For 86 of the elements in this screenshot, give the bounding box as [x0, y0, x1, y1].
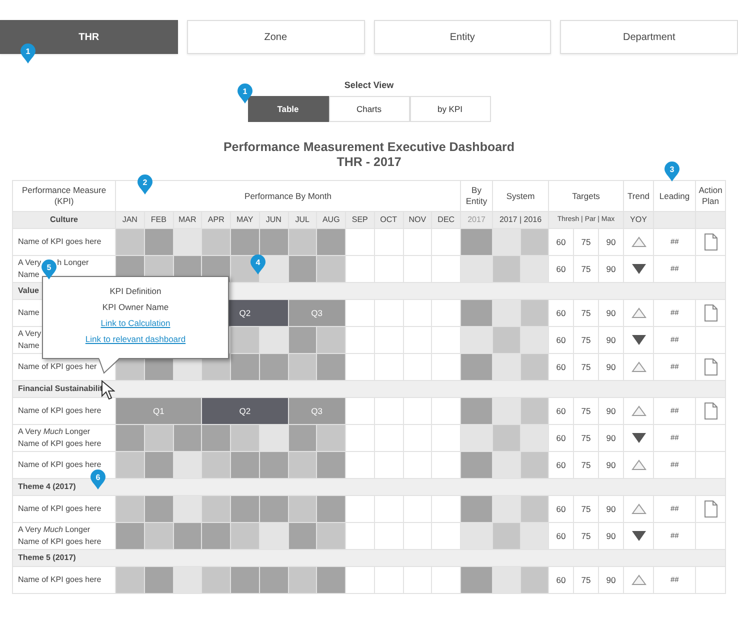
section-label: Select View: [344, 80, 394, 90]
kpi-name: Name of KPI goes here: [18, 574, 102, 586]
dashboard-title: Performance Measurement Executive Dashboard: [223, 140, 515, 155]
kpi-name: A Very Much Longer: [18, 524, 90, 536]
target-value: 75: [574, 566, 598, 594]
nav-tab[interactable]: Zone: [186, 20, 364, 54]
target-value: 75: [574, 228, 598, 256]
tooltip-text: KPI Owner Name: [102, 301, 169, 313]
quarter-cell: Q3: [288, 398, 346, 424]
quarter-cell: Q1: [116, 398, 202, 424]
kpi-name: Name of KPI goes here: [18, 459, 102, 471]
target-value: 60: [548, 424, 574, 452]
target-value: 60: [548, 496, 574, 522]
nav-tab[interactable]: Entity: [374, 20, 552, 54]
target-value: 75: [574, 326, 598, 354]
month-header: JUN: [259, 212, 288, 228]
target-value: 90: [598, 496, 624, 522]
kpi-name: Name: [18, 307, 40, 319]
month-header: MAY: [230, 212, 260, 228]
kpi-name: A Very: [18, 328, 42, 340]
column-header: YOY: [624, 212, 654, 228]
quarter-cell: Q2: [202, 398, 288, 424]
month-header: JUL: [288, 212, 317, 228]
nav-tab[interactable]: Department: [560, 20, 738, 54]
target-value: 75: [574, 398, 598, 424]
month-header: SEP: [346, 212, 374, 228]
tooltip-link[interactable]: Link to Calculation: [100, 317, 170, 329]
document-icon[interactable]: [704, 402, 718, 420]
group-label: Culture: [12, 212, 116, 228]
kpi-name: Name of KPI goes here: [18, 236, 102, 248]
callout-marker: 6: [90, 469, 106, 490]
document-icon[interactable]: [704, 358, 718, 376]
target-value: 60: [548, 398, 574, 424]
target-value: 90: [598, 566, 624, 594]
kpi-name: Name of KPI goes here: [18, 536, 102, 548]
kpi-name: A Very: [18, 257, 42, 269]
target-value: 75: [574, 424, 598, 452]
kpi-name: h Longer: [57, 257, 89, 269]
tooltip-link[interactable]: Link to relevant dashboard: [85, 333, 186, 345]
group-header: Financial Sustainabilit: [12, 380, 726, 398]
target-value: 90: [598, 228, 624, 256]
view-toggle-button[interactable]: Charts: [328, 96, 410, 122]
month-header: FEB: [144, 212, 173, 228]
document-icon[interactable]: [704, 233, 718, 251]
kpi-name: A Very Much Longer: [18, 426, 90, 438]
month-header: NOV: [403, 212, 432, 228]
callout-marker: 2: [137, 174, 153, 195]
column-header: 2017 | 2016: [492, 212, 548, 228]
target-value: 90: [598, 424, 624, 452]
kpi-name: Name of KPI goes her: [18, 361, 97, 373]
month-header: OCT: [374, 212, 403, 228]
month-header: APR: [202, 212, 230, 228]
month-header: DEC: [432, 212, 460, 228]
target-value: 90: [598, 300, 624, 326]
kpi-name: Name of KPI goes here: [18, 438, 102, 450]
callout-marker: 4: [250, 254, 266, 275]
view-toggle-button[interactable]: by KPI: [410, 96, 490, 122]
view-toggle-button[interactable]: Table: [248, 96, 328, 122]
tooltip-text: KPI Definition: [110, 285, 162, 297]
group-header: Theme 5 (2017): [12, 550, 726, 566]
target-value: 75: [574, 300, 598, 326]
cursor-icon: [101, 380, 116, 400]
column-header: 2017: [460, 212, 492, 228]
document-icon[interactable]: [704, 500, 718, 518]
target-value: 60: [548, 566, 574, 594]
target-value: 90: [598, 398, 624, 424]
kpi-name: Name of KPI goes here: [18, 405, 102, 417]
month-header: AUG: [316, 212, 346, 228]
target-value: 60: [548, 326, 574, 354]
kpi-name: Name: [18, 340, 40, 352]
callout-marker: 3: [664, 161, 680, 182]
document-icon[interactable]: [704, 304, 718, 322]
dashboard-subtitle: THR - 2017: [336, 155, 402, 170]
callout-marker: 5: [41, 259, 57, 280]
kpi-name: Name: [18, 269, 40, 281]
target-value: 75: [574, 496, 598, 522]
target-value: 90: [598, 326, 624, 354]
column-header: Performance Measure (KPI): [12, 180, 116, 212]
target-value: 60: [548, 228, 574, 256]
month-header: MAR: [173, 212, 202, 228]
month-header: JAN: [116, 212, 144, 228]
quarter-cell: Q3: [288, 300, 346, 326]
callout-marker: 1: [20, 43, 36, 64]
target-value: 60: [548, 300, 574, 326]
kpi-name: Name of KPI goes here: [18, 503, 102, 515]
callout-marker: 1: [237, 83, 253, 104]
